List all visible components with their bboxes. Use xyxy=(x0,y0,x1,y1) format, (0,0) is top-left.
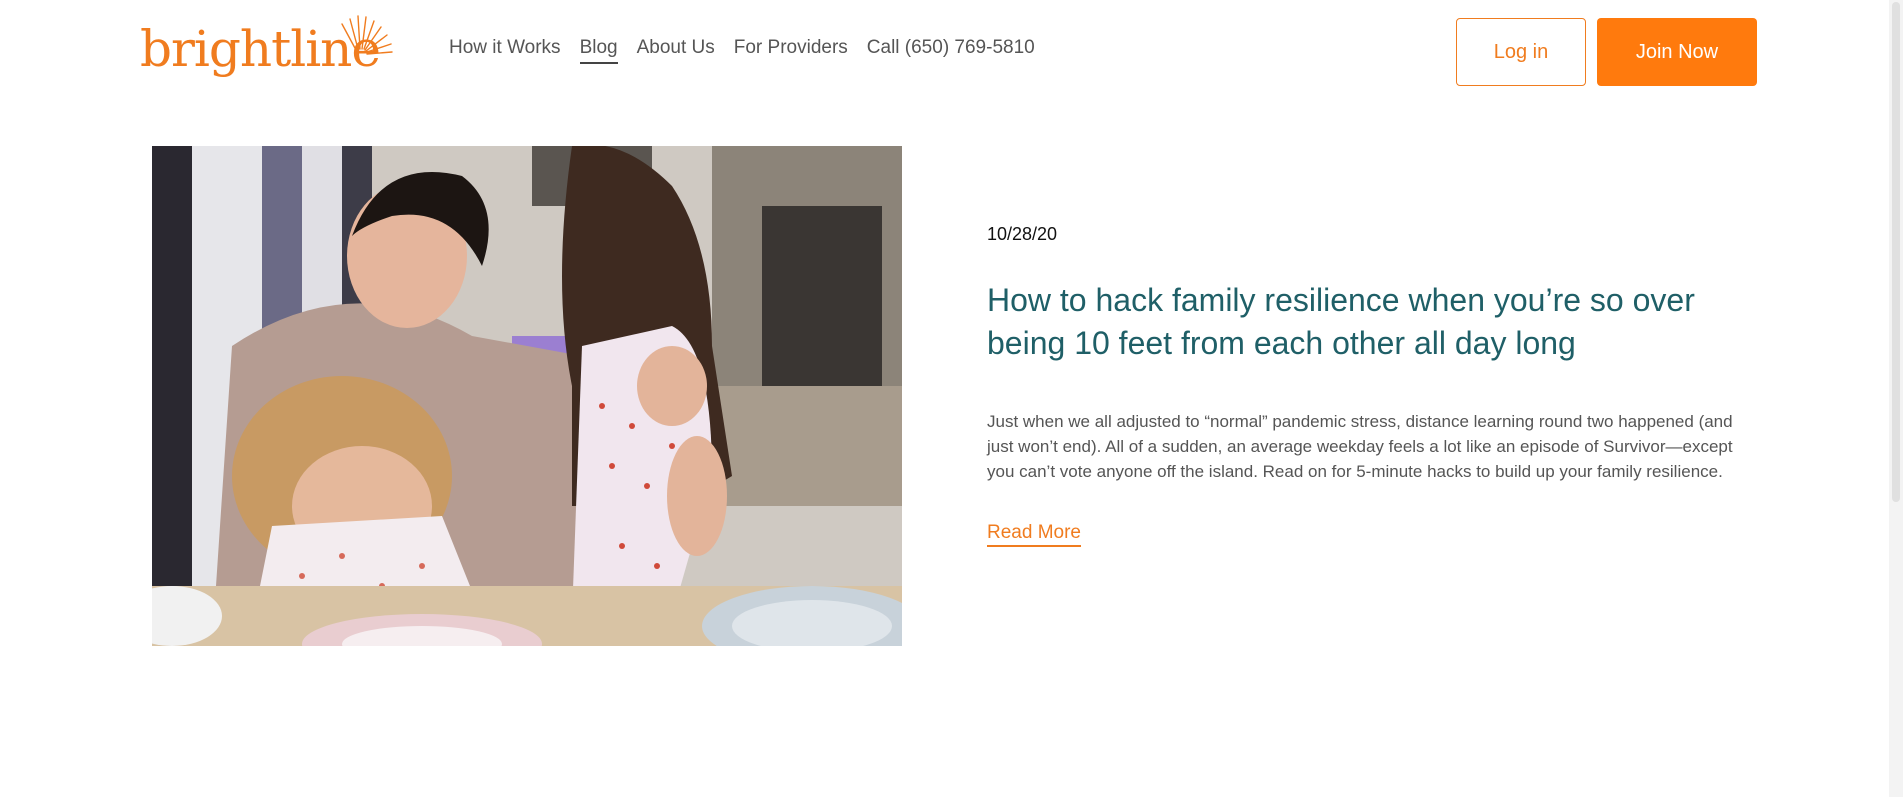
nav-blog[interactable]: Blog xyxy=(579,37,618,64)
brightline-logo[interactable]: brightline xyxy=(140,12,393,82)
nav-how-it-works[interactable]: How it Works xyxy=(449,37,561,64)
join-now-button[interactable]: Join Now xyxy=(1597,18,1757,86)
article-hero-image[interactable] xyxy=(152,146,902,646)
page: brightline How it Works Blog About Us Fo… xyxy=(0,0,1903,797)
login-button[interactable]: Log in xyxy=(1456,18,1586,86)
hero-photo-illustration xyxy=(152,146,902,646)
scrollbar-thumb[interactable] xyxy=(1892,2,1900,502)
site-header: brightline How it Works Blog About Us Fo… xyxy=(0,0,1903,104)
sunburst-icon xyxy=(341,15,393,55)
nav-about-us[interactable]: About Us xyxy=(637,37,715,64)
article-date: 10/28/20 xyxy=(987,224,1058,244)
read-more-link[interactable]: Read More xyxy=(987,522,1081,547)
article-excerpt: Just when we all adjusted to “normal” pa… xyxy=(987,412,1733,481)
article-summary: 10/28/20 How to hack family resilience w… xyxy=(987,220,1757,547)
article-title[interactable]: How to hack family resilience when you’r… xyxy=(987,279,1757,365)
main-nav: How it Works Blog About Us For Providers… xyxy=(449,37,1035,64)
nav-for-providers[interactable]: For Providers xyxy=(734,37,848,64)
nav-call-phone[interactable]: Call (650) 769-5810 xyxy=(867,37,1035,64)
page-scrollbar[interactable] xyxy=(1889,0,1903,797)
